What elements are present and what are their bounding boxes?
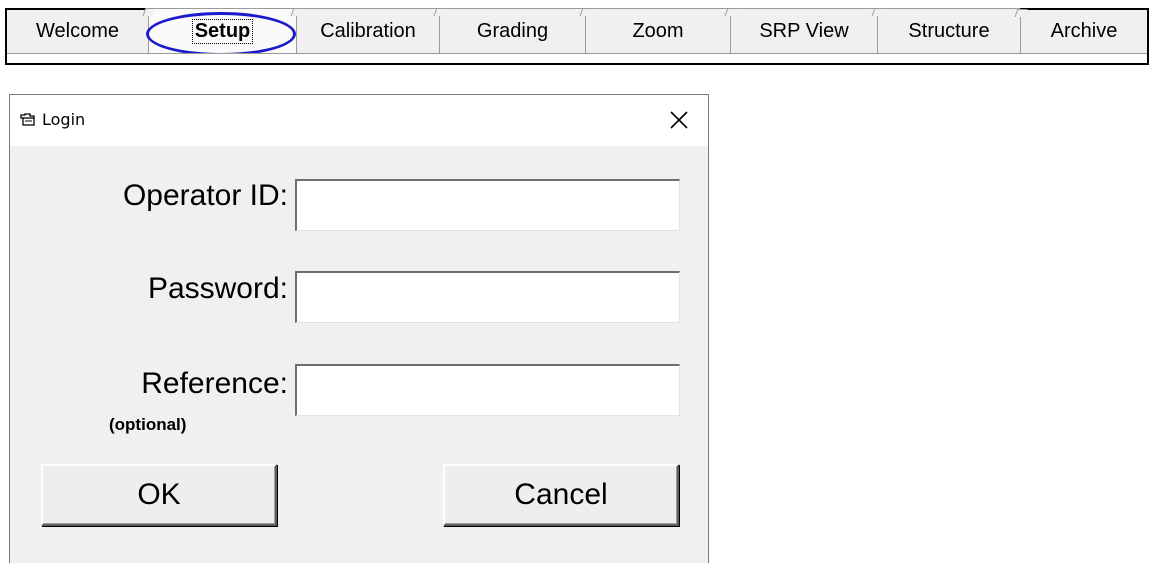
tab-label: Grading [476, 19, 549, 42]
login-dialog: Login Operator ID: Password: Reference: … [9, 94, 709, 563]
reference-label: Reference: [141, 367, 288, 400]
dialog-titlebar[interactable]: Login [10, 95, 708, 146]
tab-row: Welcome Setup Calibration Grading Zoom S… [5, 8, 1149, 56]
tab-calibration[interactable]: Calibration [290, 8, 439, 53]
tab-label: Structure [908, 19, 990, 42]
tab-notch [724, 8, 738, 16]
password-label: Password: [147, 272, 288, 305]
tab-label: Calibration [320, 19, 416, 42]
password-field[interactable] [295, 271, 680, 323]
tab-label: Zoom [632, 19, 684, 42]
tab-notch [1014, 9, 1028, 17]
cancel-button[interactable]: Cancel [443, 464, 679, 526]
close-icon[interactable] [666, 107, 692, 133]
tab-panel-edge [5, 53, 1149, 65]
tab-grading[interactable]: Grading [433, 8, 585, 53]
tab-archive[interactable]: Archive [1014, 8, 1149, 53]
tab-welcome[interactable]: Welcome [5, 8, 148, 53]
tab-setup[interactable]: Setup [142, 8, 296, 56]
tab-zoom[interactable]: Zoom [579, 8, 730, 53]
tab-label: Welcome [36, 20, 119, 42]
tab-label: SRP View [759, 19, 849, 42]
operator-id-field[interactable] [295, 179, 680, 231]
tab-strip: Welcome Setup Calibration Grading Zoom S… [5, 8, 1149, 65]
tab-srp-view[interactable]: SRP View [724, 8, 877, 53]
tab-notch [290, 8, 304, 16]
window-app-icon [20, 113, 36, 127]
tab-label: Archive [1050, 20, 1118, 42]
dialog-title: Login [42, 110, 86, 129]
tab-notch [871, 8, 885, 16]
reference-optional-note: (optional) [109, 415, 187, 434]
divider [7, 53, 1147, 54]
operator-id-label: Operator ID: [122, 179, 288, 212]
ok-button[interactable]: OK [41, 464, 277, 526]
tab-structure[interactable]: Structure [871, 8, 1020, 53]
tab-label: Setup [191, 18, 254, 44]
tab-notch [579, 8, 593, 16]
tab-notch [142, 8, 156, 16]
reference-field[interactable] [295, 364, 680, 416]
tab-notch [433, 8, 447, 16]
